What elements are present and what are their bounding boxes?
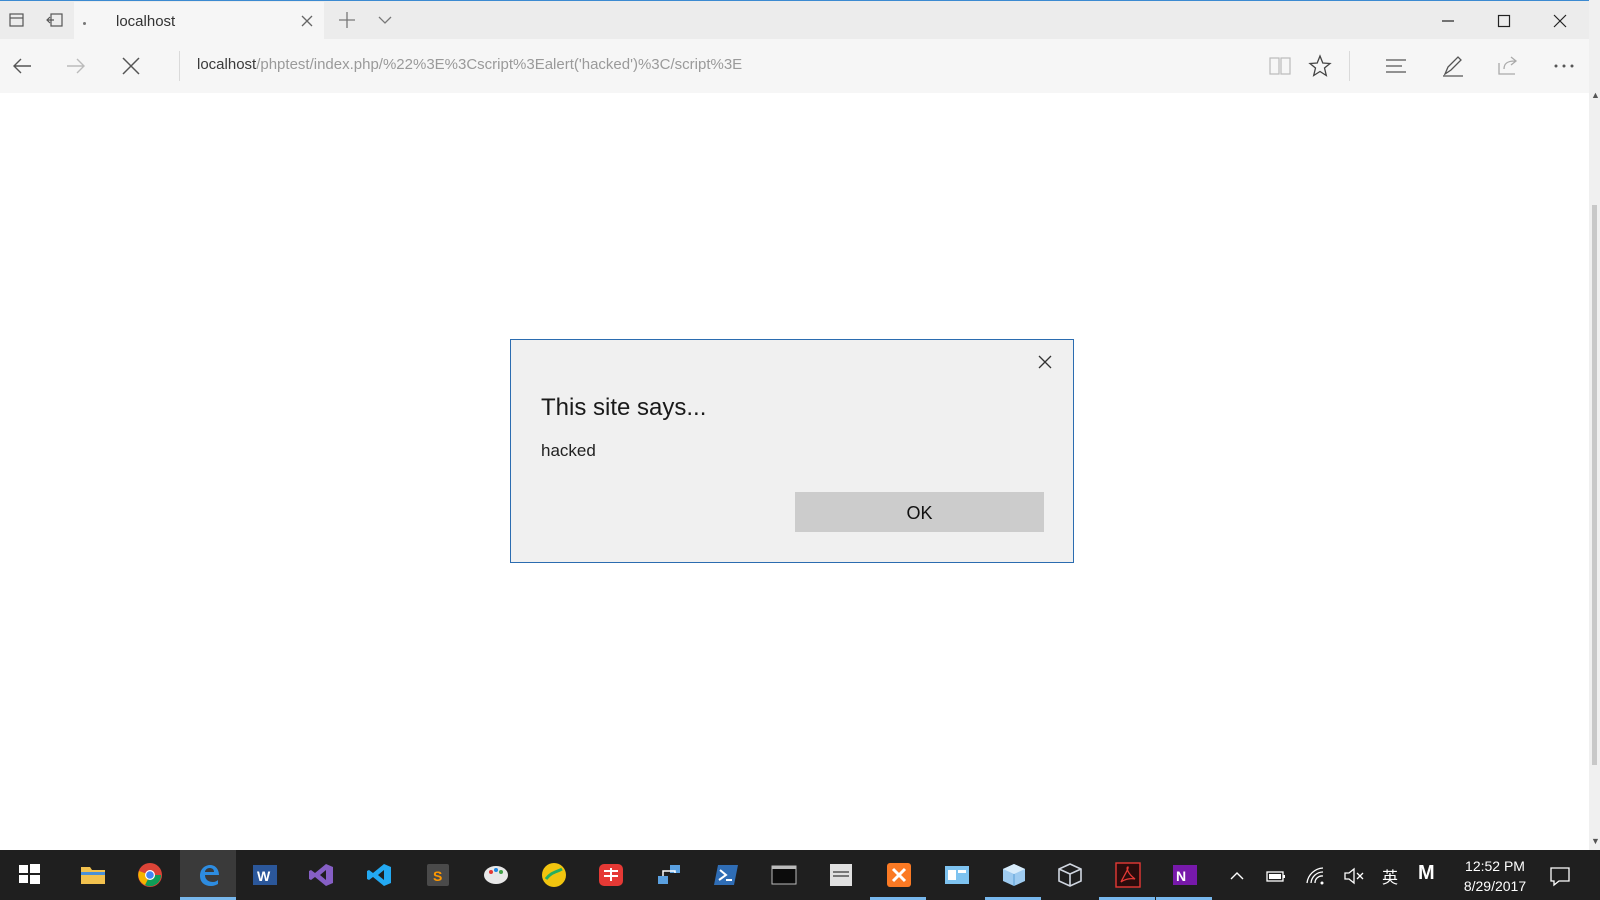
- minimize-icon: [1442, 20, 1454, 22]
- share-icon[interactable]: [1495, 53, 1521, 79]
- start-button[interactable]: [1, 850, 57, 900]
- svg-text:W: W: [257, 868, 271, 884]
- edge-icon: [200, 865, 219, 886]
- scroll-down-icon[interactable]: ▼: [1591, 836, 1600, 846]
- more-icon[interactable]: [1551, 53, 1577, 79]
- taskbar-youdao[interactable]: [582, 850, 638, 900]
- address-separator: [179, 51, 180, 81]
- ime-mode-indicator[interactable]: M: [1418, 862, 1435, 885]
- clock-time: 12:52 PM: [1465, 858, 1525, 874]
- set-aside-tabs-icon[interactable]: [44, 9, 66, 31]
- minimize-button[interactable]: [1420, 1, 1476, 40]
- window-close-button[interactable]: [1532, 1, 1588, 40]
- yellow-app-icon: [542, 863, 566, 887]
- paint-palette-icon: [484, 866, 508, 884]
- reading-view-icon[interactable]: [1267, 53, 1293, 79]
- web-note-icon[interactable]: [1440, 53, 1466, 79]
- taskbar-edge[interactable]: [180, 850, 236, 900]
- onenote-icon: N: [1173, 865, 1197, 885]
- taskbar-virtualbox[interactable]: [1041, 850, 1097, 900]
- folder-icon: [81, 867, 105, 884]
- taskbar-word[interactable]: W: [236, 850, 292, 900]
- tab-close-icon[interactable]: [298, 12, 316, 30]
- taskbar-paint[interactable]: [467, 850, 523, 900]
- taskbar-digital-paper[interactable]: [812, 850, 868, 900]
- taskbar-clock[interactable]: 12:52 PM 8/29/2017: [1450, 856, 1540, 896]
- youdao-icon: [599, 864, 623, 886]
- scroll-up-icon[interactable]: ▲: [1591, 90, 1600, 100]
- xampp-icon: [887, 863, 911, 887]
- back-arrow-icon[interactable]: [9, 53, 35, 79]
- input-language-indicator[interactable]: 英: [1382, 864, 1398, 888]
- taskbar-powershell[interactable]: [697, 850, 753, 900]
- maximize-button[interactable]: [1476, 1, 1532, 40]
- taskbar-visual-studio[interactable]: [292, 850, 348, 900]
- wifi-icon[interactable]: [1305, 865, 1327, 887]
- stop-icon[interactable]: [118, 53, 144, 79]
- close-icon: [1553, 14, 1567, 28]
- cube-icon: [1003, 864, 1025, 886]
- svg-text:N: N: [1176, 868, 1186, 884]
- taskbar-network-app[interactable]: [640, 850, 696, 900]
- vs-code-icon: [367, 864, 391, 886]
- virtualbox-icon: [1058, 863, 1082, 887]
- toolbar-separator: [1349, 51, 1350, 81]
- scrollbar-thumb[interactable]: [1592, 205, 1597, 765]
- battery-icon[interactable]: [1265, 865, 1287, 887]
- taskbar-vs-code[interactable]: [350, 850, 406, 900]
- windows-logo-icon: [19, 864, 40, 884]
- tab-title: localhost: [116, 13, 176, 30]
- taskbar-terminal[interactable]: [755, 850, 811, 900]
- taskbar-acrobat[interactable]: [1099, 850, 1155, 900]
- chrome-icon: [138, 863, 162, 887]
- tab-localhost[interactable]: localhost: [74, 2, 324, 40]
- alert-dialog: This site says... hacked OK: [510, 339, 1074, 563]
- tab-preview-chevron-down-icon[interactable]: [374, 9, 396, 31]
- navigation-bar: localhost/phptest/index.php/%22%3E%3Cscr…: [0, 39, 1589, 93]
- loading-indicator-icon: [83, 22, 86, 25]
- network-icon: [658, 865, 680, 884]
- dialog-message: hacked: [541, 441, 596, 460]
- volume-muted-icon[interactable]: [1343, 865, 1365, 887]
- clock-date: 8/29/2017: [1463, 878, 1527, 894]
- taskbar-file-explorer[interactable]: [64, 850, 120, 900]
- svg-text:S: S: [433, 868, 442, 884]
- powershell-icon: [714, 865, 738, 885]
- show-hidden-icons-chevron-up-icon[interactable]: [1226, 865, 1248, 887]
- visual-studio-icon: [309, 864, 333, 886]
- url-host: localhost: [197, 56, 257, 73]
- tab-set-aside-icon[interactable]: [6, 9, 28, 31]
- maximize-icon: [1497, 14, 1511, 28]
- word-icon: W: [253, 865, 277, 885]
- taskbar-xampp[interactable]: [870, 850, 926, 900]
- favorites-star-icon[interactable]: [1307, 53, 1333, 79]
- vertical-scrollbar[interactable]: ▲ ▼: [1589, 0, 1600, 850]
- taskbar-chrome[interactable]: [121, 850, 177, 900]
- taskbar: W S N 英 M 12:52 PM 8/29/2017: [0, 850, 1600, 900]
- sublime-text-icon: S: [427, 864, 449, 886]
- dialog-close-icon[interactable]: [1035, 352, 1055, 372]
- url-path: /phptest/index.php/%22%3E%3Cscript%3Eale…: [256, 56, 743, 73]
- title-bar: localhost: [0, 0, 1589, 40]
- acrobat-icon: [1115, 862, 1141, 888]
- forward-arrow-icon[interactable]: [63, 53, 89, 79]
- digital-paper-icon: [830, 864, 852, 886]
- terminal-icon: [771, 865, 797, 885]
- address-bar[interactable]: localhost/phptest/index.php/%22%3E%3Cscr…: [197, 56, 742, 73]
- action-center-notification-icon[interactable]: [1549, 865, 1571, 887]
- new-tab-icon[interactable]: [336, 9, 358, 31]
- ok-button[interactable]: OK: [795, 492, 1044, 532]
- taskbar-cube-app[interactable]: [985, 850, 1041, 900]
- dialog-title: This site says...: [541, 394, 707, 421]
- taskbar-app-yellow[interactable]: [525, 850, 581, 900]
- taskbar-sublime-text[interactable]: S: [409, 850, 465, 900]
- taskbar-control-panel[interactable]: [928, 850, 984, 900]
- control-panel-icon: [945, 866, 969, 884]
- hub-icon[interactable]: [1383, 53, 1409, 79]
- taskbar-onenote[interactable]: N: [1156, 850, 1212, 900]
